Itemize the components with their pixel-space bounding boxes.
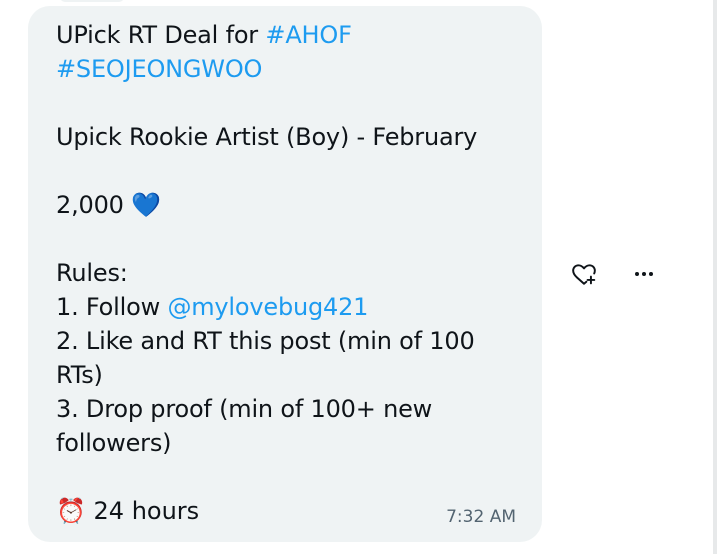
rule-2: 2. Like and RT this post (min of 100 RTs… <box>56 327 475 389</box>
count-text: 2,000 <box>56 191 124 219</box>
message-line-count: 2,000 💙 <box>56 188 526 222</box>
previous-message-edge <box>60 0 124 2</box>
panel-divider <box>713 0 717 554</box>
blue-heart-icon: 💙 <box>131 191 161 219</box>
timer-text: 24 hours <box>85 497 200 525</box>
line-break <box>56 222 526 256</box>
hashtag-link[interactable]: #SEOJEONGWOO <box>56 55 262 83</box>
rule-1-text: 1. Follow <box>56 293 168 321</box>
mention-link[interactable]: @mylovebug421 <box>167 293 368 321</box>
rules-title: Rules: <box>56 259 128 287</box>
hashtag-link[interactable]: #AHOF <box>265 21 351 49</box>
heart-plus-icon <box>571 261 597 287</box>
rule-3: 3. Drop proof (min of 100+ new followers… <box>56 395 433 457</box>
line-break <box>56 86 526 120</box>
dm-conversation: UPick RT Deal for #AHOF #SEOJEONGWOO Upi… <box>0 0 717 554</box>
message-text: UPick RT Deal for #AHOF #SEOJEONGWOO Upi… <box>56 18 526 460</box>
alarm-clock-icon: ⏰ <box>56 497 86 525</box>
message-line-title: UPick RT Deal for #AHOF <box>56 18 526 52</box>
title-text: UPick RT Deal for <box>56 21 266 49</box>
react-button[interactable] <box>566 256 602 292</box>
message-line-category: Upick Rookie Artist (Boy) - February <box>56 123 478 151</box>
more-horizontal-icon <box>632 262 656 286</box>
rule-1: 1. Follow @mylovebug421 <box>56 290 526 324</box>
timer-line: ⏰ 24 hours <box>56 494 199 528</box>
message-line-hashtag: #SEOJEONGWOO <box>56 52 526 86</box>
message-footer: ⏰ 24 hours 7:32 AM <box>56 494 516 530</box>
line-break <box>56 154 526 188</box>
message-timestamp: 7:32 AM <box>446 507 516 527</box>
more-options-button[interactable] <box>626 256 662 292</box>
